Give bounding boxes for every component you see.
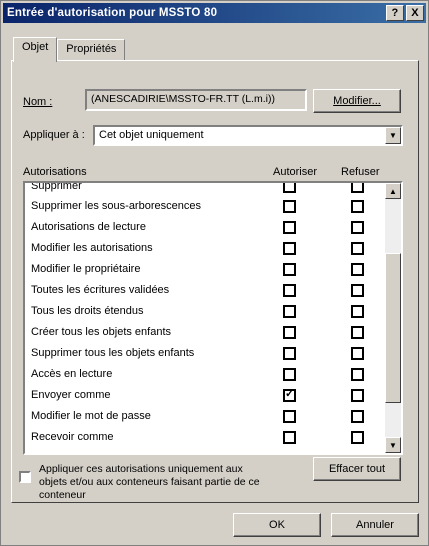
apply-to-children-label: Appliquer ces autorisations uniquement a… (39, 463, 260, 501)
permission-row: Supprimer les sous-arborescences (25, 197, 383, 217)
apply-select-value: Cet objet uniquement (99, 129, 204, 141)
deny-checkbox[interactable] (351, 347, 364, 360)
permission-row: Supprimer tous les objets enfants (25, 344, 383, 364)
allow-checkbox[interactable] (283, 263, 296, 276)
header-deny: Refuser (341, 166, 380, 178)
apply-label: Appliquer à : (23, 129, 85, 141)
scroll-up-icon[interactable]: ▲ (385, 183, 401, 199)
permission-row: Accès en lecture (25, 365, 383, 385)
window-title: Entrée d'autorisation pour MSSTO 80 (7, 7, 218, 19)
permission-row: Tous les droits étendus (25, 302, 383, 322)
permission-label: Supprimer tous les objets enfants (31, 347, 195, 359)
deny-checkbox[interactable] (351, 326, 364, 339)
permission-row: Modifier le propriétaire (25, 260, 383, 280)
allow-checkbox[interactable] (283, 326, 296, 339)
permissions-header: Autorisations Autoriser Refuser (23, 166, 401, 180)
permission-row: Envoyer comme (25, 386, 383, 406)
deny-checkbox[interactable] (351, 263, 364, 276)
deny-checkbox[interactable] (351, 305, 364, 318)
deny-checkbox[interactable] (351, 368, 364, 381)
permission-label: Créer tous les objets enfants (31, 326, 172, 338)
permission-label: Supprimer (31, 181, 82, 192)
permission-label: Tous les droits étendus (31, 305, 144, 317)
permission-row: Recevoir comme (25, 428, 383, 448)
permissions-list: Supprimer Supprimer les sous-arborescenc… (23, 181, 403, 455)
apply-select[interactable]: Cet objet uniquement ▼ (93, 125, 403, 146)
tab-strip: Objet Propriétés (13, 37, 126, 62)
modify-button-label: Modifier... (333, 95, 381, 107)
tab-object[interactable]: Objet (13, 37, 58, 62)
allow-checkbox[interactable] (283, 347, 296, 360)
deny-checkbox[interactable] (351, 183, 364, 193)
title-bar: Entrée d'autorisation pour MSSTO 80 ? X (3, 3, 426, 23)
permission-label: Modifier le mot de passe (31, 410, 151, 422)
name-label: Nom : (23, 96, 53, 108)
tab-properties[interactable]: Propriétés (57, 39, 126, 61)
deny-checkbox[interactable] (351, 284, 364, 297)
permission-row: Autorisations de lecture (25, 218, 383, 238)
permission-label: Envoyer comme (31, 389, 111, 401)
permission-label: Recevoir comme (31, 431, 114, 443)
close-button[interactable]: X (406, 5, 424, 21)
allow-checkbox[interactable] (283, 284, 296, 297)
permission-label: Autorisations de lecture (31, 221, 146, 233)
allow-checkbox[interactable] (283, 242, 296, 255)
permission-label: Accès en lecture (31, 368, 113, 380)
permission-label: Supprimer les sous-arborescences (31, 200, 201, 212)
allow-checkbox[interactable] (283, 305, 296, 318)
deny-checkbox[interactable] (351, 410, 364, 423)
deny-checkbox[interactable] (351, 221, 364, 234)
permission-label: Modifier les autorisations (31, 242, 153, 254)
deny-checkbox[interactable] (351, 200, 364, 213)
allow-checkbox[interactable] (283, 431, 296, 444)
dropdown-arrow-icon[interactable]: ▼ (385, 127, 401, 144)
allow-checkbox[interactable] (283, 368, 296, 381)
permission-label: Modifier le propriétaire (31, 263, 141, 275)
ok-button[interactable]: OK (233, 513, 321, 537)
allow-checkbox[interactable] (283, 410, 296, 423)
permission-row: Modifier les autorisations (25, 239, 383, 259)
permission-row: Supprimer (25, 181, 383, 197)
permissions-scrollbar[interactable]: ▲ ▼ (385, 183, 401, 453)
scroll-thumb[interactable] (385, 253, 401, 403)
permission-label: Toutes les écritures validées (31, 284, 170, 296)
allow-checkbox[interactable] (283, 221, 296, 234)
deny-checkbox[interactable] (351, 242, 364, 255)
permission-row: Toutes les écritures validées (25, 281, 383, 301)
permission-row: Modifier le mot de passe (25, 407, 383, 427)
clear-all-button[interactable]: Effacer tout (313, 457, 401, 481)
modify-button[interactable]: Modifier... (313, 89, 401, 113)
apply-to-children-checkbox[interactable] (19, 471, 31, 483)
help-button[interactable]: ? (386, 5, 404, 21)
permission-row: Créer tous les objets enfants (25, 323, 383, 343)
allow-checkbox[interactable] (283, 387, 296, 402)
allow-checkbox[interactable] (283, 200, 296, 213)
name-field: (ANESCADIRIE\MSSTO-FR.TT (L.m.i)) (85, 89, 307, 111)
allow-checkbox[interactable] (283, 183, 296, 193)
permission-entry-dialog: Entrée d'autorisation pour MSSTO 80 ? X … (0, 0, 429, 546)
cancel-button[interactable]: Annuler (331, 513, 419, 537)
header-allow: Autoriser (273, 166, 318, 178)
header-permissions: Autorisations (23, 166, 87, 178)
deny-checkbox[interactable] (351, 431, 364, 444)
deny-checkbox[interactable] (351, 389, 364, 402)
scroll-down-icon[interactable]: ▼ (385, 437, 401, 453)
